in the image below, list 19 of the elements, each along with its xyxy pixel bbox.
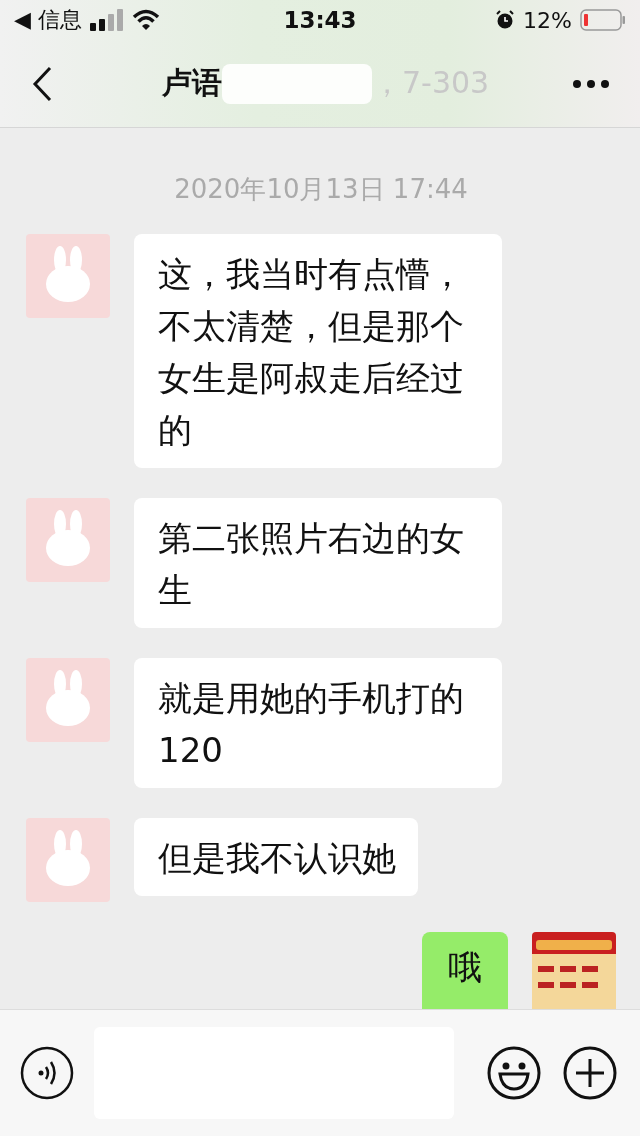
back-to-app-link[interactable]: ◀ 信息 [14, 5, 82, 35]
signal-icon [89, 9, 124, 31]
battery-icon [580, 9, 626, 31]
emoji-icon[interactable] [486, 1045, 542, 1101]
voice-icon[interactable] [20, 1046, 74, 1100]
message-bubble: 就是用她的手机打的120 [134, 658, 502, 788]
back-icon[interactable] [32, 65, 52, 102]
message-bubble: 但是我不认识她 [134, 818, 418, 896]
chat-title: 卢语 [162, 64, 222, 102]
message-bubble: 这，我当时有点懵，不太清楚，但是那个女生是阿叔走后经过的 [134, 234, 502, 468]
clock-time: 13:43 [283, 7, 357, 33]
message-bubble: 第二张照片右边的女生 [134, 498, 502, 628]
battery-percent: 12% [523, 7, 572, 33]
message-bubble: 哦 [422, 932, 508, 1009]
more-icon[interactable] [572, 78, 610, 89]
alarm-icon [495, 10, 516, 30]
wifi-icon [131, 9, 160, 31]
add-icon[interactable] [562, 1045, 618, 1101]
message-timestamp: 2020年10月13日 17:44 [174, 174, 468, 204]
